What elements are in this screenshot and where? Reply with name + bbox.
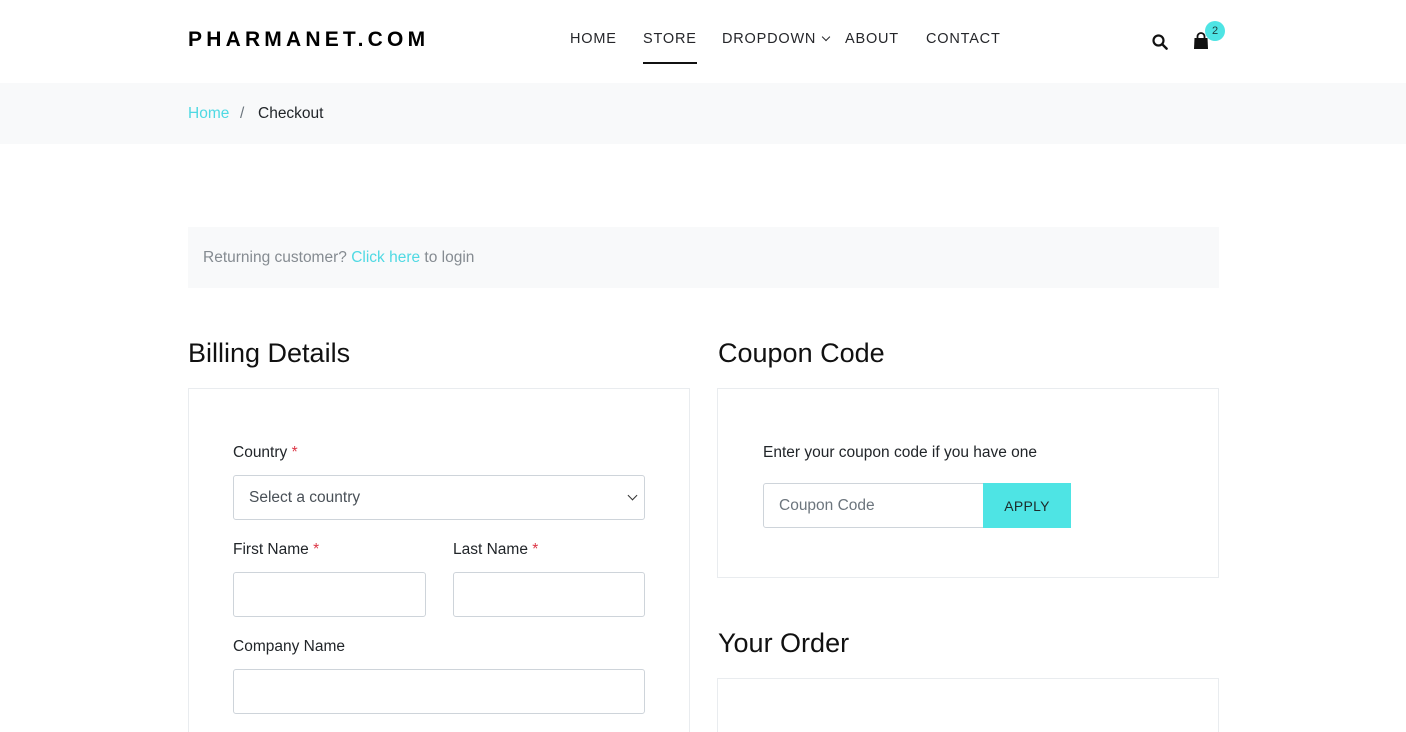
breadcrumb-current: Checkout: [258, 105, 324, 122]
company-name-label: Company Name: [233, 638, 345, 655]
nav-dropdown[interactable]: DROPDOWN: [722, 31, 831, 47]
country-label-text: Country: [233, 444, 288, 461]
nav-store[interactable]: STORE: [643, 31, 697, 64]
first-name-label-text: First Name: [233, 541, 309, 558]
country-select-wrapper: Select a country: [233, 475, 645, 520]
site-header: PHARMANET.COM HOME STORE DROPDOWN ABOUT …: [0, 0, 1406, 83]
last-name-field[interactable]: [453, 572, 645, 617]
site-logo[interactable]: PHARMANET.COM: [188, 28, 429, 52]
first-name-label: First Name *: [233, 541, 319, 559]
country-select[interactable]: Select a country: [233, 475, 645, 520]
apply-coupon-button[interactable]: APPLY: [983, 483, 1071, 528]
nav-about[interactable]: ABOUT: [845, 31, 899, 47]
search-icon[interactable]: [1152, 34, 1168, 55]
your-order-title: Your Order: [718, 628, 850, 658]
required-mark: *: [291, 444, 298, 461]
cart-count-badge: 2: [1205, 21, 1225, 41]
nav-dropdown-label: DROPDOWN: [722, 31, 817, 47]
coupon-code-title: Coupon Code: [718, 338, 885, 368]
coupon-code-input[interactable]: [763, 483, 984, 528]
last-name-label: Last Name *: [453, 541, 538, 559]
last-name-label-text: Last Name: [453, 541, 528, 558]
returning-customer-text: Returning customer? Click here to login: [203, 249, 474, 267]
nav-home[interactable]: HOME: [570, 31, 617, 47]
required-mark: *: [532, 541, 539, 558]
returning-suffix: to login: [424, 249, 475, 266]
order-summary-box: [717, 678, 1219, 732]
billing-details-title: Billing Details: [188, 338, 351, 368]
breadcrumb-home-link[interactable]: Home: [188, 105, 229, 123]
chevron-down-icon: [821, 32, 831, 42]
country-label: Country *: [233, 444, 298, 462]
login-link[interactable]: Click here: [351, 249, 420, 266]
breadcrumb: Home / Checkout: [0, 83, 1406, 144]
returning-customer-notice: Returning customer? Click here to login: [188, 227, 1219, 288]
coupon-hint: Enter your coupon code if you have one: [763, 444, 1038, 461]
company-name-field[interactable]: [233, 669, 645, 714]
breadcrumb-separator: /: [240, 105, 245, 122]
required-mark: *: [313, 541, 320, 558]
returning-prefix: Returning customer?: [203, 249, 347, 266]
nav-contact[interactable]: CONTACT: [926, 31, 1001, 47]
first-name-field[interactable]: [233, 572, 426, 617]
